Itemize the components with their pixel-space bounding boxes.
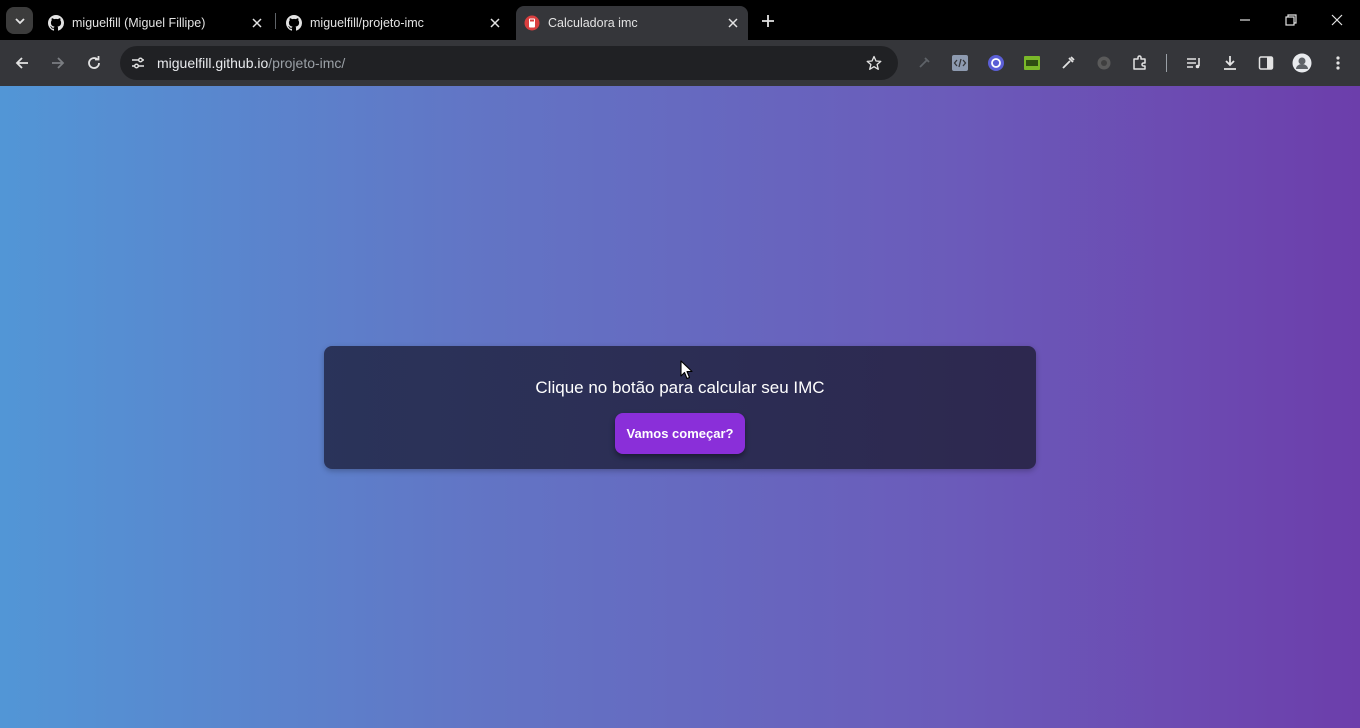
address-bar[interactable]: miguelfill.github.io/projeto-imc/ (120, 46, 898, 80)
eyedropper-icon[interactable] (1057, 52, 1079, 74)
start-prompt: Clique no botão para calcular seu IMC (535, 378, 825, 397)
minimize-icon (1240, 19, 1250, 21)
tab-calculadora-imc[interactable]: Calculadora imc (516, 6, 748, 40)
site-settings-icon[interactable] (126, 51, 150, 75)
close-window-button[interactable] (1314, 0, 1360, 40)
toolbar-separator (1166, 54, 1167, 72)
reload-button[interactable] (80, 49, 108, 77)
close-icon[interactable] (486, 14, 504, 32)
circle-extension-icon[interactable] (985, 52, 1007, 74)
profile-avatar[interactable] (1291, 52, 1313, 74)
puzzle-icon[interactable] (1129, 52, 1151, 74)
chevron-down-icon (14, 17, 25, 24)
tab-title: miguelfill (Miguel Fillipe) (72, 16, 206, 30)
bookmark-star-icon[interactable] (864, 53, 884, 73)
css-extension-icon[interactable] (1021, 52, 1043, 74)
new-tab-button[interactable] (756, 9, 780, 33)
tab-github-profile[interactable]: miguelfill (Miguel Fillipe) (40, 6, 272, 40)
minimize-button[interactable] (1222, 0, 1268, 40)
mouse-cursor-icon (680, 360, 693, 380)
pin-icon[interactable] (913, 52, 935, 74)
page-viewport: Clique no botão para calcular seu IMC Va… (0, 86, 1360, 728)
github-icon (48, 15, 64, 31)
browser-toolbar: miguelfill.github.io/projeto-imc/ (0, 40, 1360, 86)
url-text: miguelfill.github.io/projeto-imc/ (157, 55, 345, 71)
restore-icon (1285, 14, 1297, 26)
start-button[interactable]: Vamos começar? (615, 413, 745, 454)
tab-title: miguelfill/projeto-imc (310, 16, 424, 30)
tab-title: Calculadora imc (548, 16, 638, 30)
url-path: /projeto-imc/ (268, 55, 346, 71)
media-icon[interactable] (1183, 52, 1205, 74)
url-host: miguelfill.github.io (157, 55, 269, 71)
tab-separator (275, 13, 276, 29)
tab-search-button[interactable] (6, 7, 33, 34)
arrow-right-icon (52, 57, 65, 69)
side-panel-icon[interactable] (1255, 52, 1277, 74)
tab-github-repo[interactable]: miguelfill/projeto-imc (278, 6, 510, 40)
close-icon[interactable] (248, 14, 266, 32)
arrow-left-icon (15, 57, 28, 69)
plus-icon (762, 15, 774, 27)
close-icon[interactable] (724, 14, 742, 32)
download-icon[interactable] (1219, 52, 1241, 74)
forward-button[interactable] (44, 49, 72, 77)
grey-extension-icon[interactable] (1093, 52, 1115, 74)
github-icon (286, 15, 302, 31)
menu-icon[interactable] (1327, 52, 1349, 74)
code-extension-icon[interactable] (949, 52, 971, 74)
reload-icon (88, 56, 100, 69)
calculator-icon (524, 15, 540, 31)
close-icon (1331, 14, 1343, 26)
restore-button[interactable] (1268, 0, 1314, 40)
tab-strip: miguelfill (Miguel Fillipe) miguelfill/p… (0, 0, 1360, 40)
back-button[interactable] (8, 49, 36, 77)
